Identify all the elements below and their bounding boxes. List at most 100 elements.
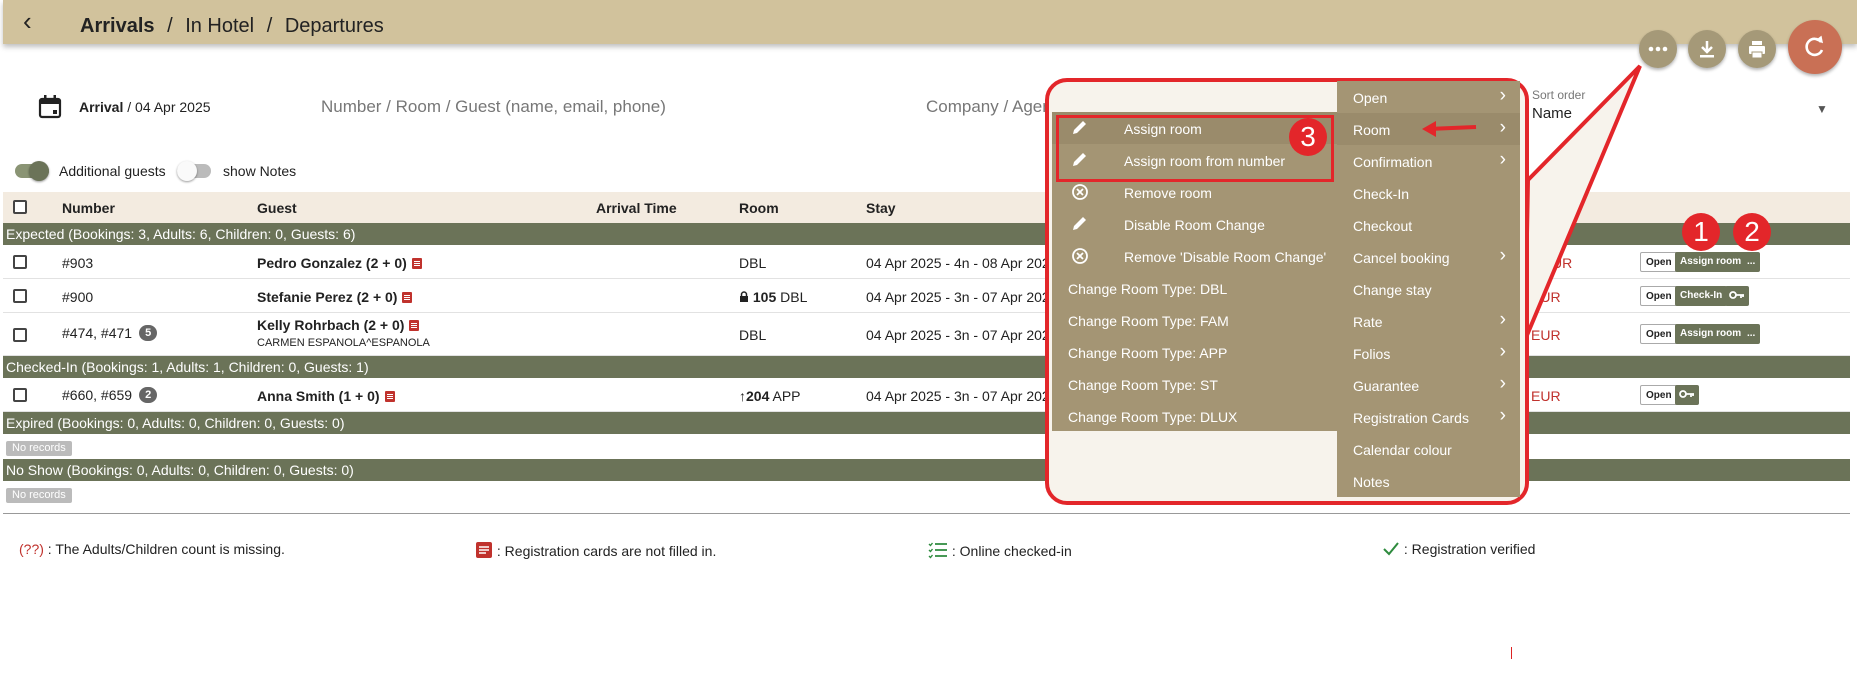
menu-item-confirmation[interactable]: Confirmation › — [1337, 145, 1520, 177]
chevron-right-icon: › — [1499, 85, 1506, 106]
menu-item-label: Remove room — [1124, 185, 1212, 201]
stay-dates: 04 Apr 2025 - 4n - 08 Apr 202 — [866, 255, 1050, 271]
annotation-step-1: 1 — [1682, 213, 1720, 251]
guest-name[interactable]: Anna Smith (1 + 0) — [257, 388, 395, 404]
menu-item-calendar-colour[interactable]: Calendar colour — [1337, 433, 1520, 465]
guest-name[interactable]: Pedro Gonzalez (2 + 0) — [257, 255, 422, 271]
menu-item-check-in[interactable]: Check-In — [1337, 177, 1520, 209]
more-options-button[interactable] — [1639, 30, 1677, 68]
arrival-label: Arrival — [79, 99, 124, 115]
table-row[interactable]: #660, #659 2 Anna Smith (1 + 0) ↑204 APP … — [3, 378, 1850, 412]
select-all-checkbox[interactable] — [13, 200, 27, 214]
row-checkbox[interactable] — [13, 388, 27, 402]
menu-item-label: Room — [1353, 122, 1391, 138]
row-more-button[interactable]: ... — [1742, 252, 1761, 272]
refresh-button[interactable] — [1788, 20, 1842, 74]
guest-name-text: Pedro Gonzalez (2 + 0) — [257, 255, 407, 271]
col-stay[interactable]: Stay — [866, 200, 896, 216]
open-button[interactable]: Open — [1640, 385, 1678, 405]
sort-order-select[interactable]: Name — [1532, 105, 1572, 122]
menu-item-change-stay[interactable]: Change stay — [1337, 273, 1520, 305]
chevron-right-icon: › — [1499, 117, 1506, 138]
table-row[interactable]: #900 Stefanie Perez (2 + 0) 105 DBL 04 A… — [3, 279, 1850, 313]
menu-item-remove-disable-room-change[interactable]: Remove 'Disable Room Change' — [1052, 240, 1340, 272]
registration-card-icon — [409, 320, 420, 331]
search-input[interactable]: Number / Room / Guest (name, email, phon… — [321, 97, 666, 117]
stay-dates: 04 Apr 2025 - 3n - 07 Apr 202 — [866, 289, 1050, 305]
stay-dates: 04 Apr 2025 - 3n - 07 Apr 202 — [866, 388, 1050, 404]
col-number[interactable]: Number — [62, 200, 115, 216]
menu-item-cancel-booking[interactable]: Cancel booking › — [1337, 241, 1520, 273]
menu-item-disable-room-change[interactable]: Disable Room Change — [1052, 208, 1340, 240]
table-row[interactable]: #903 Pedro Gonzalez (2 + 0) DBL 04 Apr 2… — [3, 245, 1850, 279]
check-in-button[interactable]: Check-In — [1675, 286, 1728, 306]
crumb-separator: / — [266, 15, 273, 37]
open-button[interactable]: Open — [1640, 286, 1678, 306]
crumb-in-hotel[interactable]: In Hotel — [185, 15, 254, 37]
menu-item-change-room-type-dlux[interactable]: Change Room Type: DLUX — [1052, 400, 1340, 432]
menu-item-checkout[interactable]: Checkout — [1337, 209, 1520, 241]
chevron-right-icon: › — [1499, 245, 1506, 266]
crumb-arrivals[interactable]: Arrivals — [80, 15, 155, 37]
open-button[interactable]: Open — [1640, 324, 1678, 344]
guest-name[interactable]: Kelly Rohrbach (2 + 0) — [257, 317, 420, 333]
guest-name-text: Kelly Rohrbach (2 + 0) — [257, 317, 405, 333]
menu-item-label: Rate — [1353, 314, 1383, 330]
key-button[interactable] — [1725, 286, 1749, 306]
annotation-mark — [1511, 647, 1512, 659]
guest-name[interactable]: Stefanie Perez (2 + 0) — [257, 289, 413, 305]
row-checkbox[interactable] — [13, 328, 27, 342]
row-checkbox[interactable] — [13, 255, 27, 269]
calendar-icon[interactable] — [38, 94, 64, 120]
group-no-show: No Show (Bookings: 0, Adults: 0, Childre… — [3, 459, 1850, 481]
menu-item-open[interactable]: Open › — [1337, 81, 1520, 113]
open-button[interactable]: Open — [1640, 252, 1678, 272]
no-records-label: No records — [6, 488, 72, 503]
company-input[interactable]: Company / Agen — [926, 97, 1052, 117]
download-button[interactable] — [1688, 30, 1726, 68]
arrival-date-selector[interactable]: Arrival / 04 Apr 2025 — [79, 99, 211, 115]
more-horizontal-icon — [1648, 46, 1668, 52]
assign-room-button[interactable]: Assign room — [1675, 324, 1747, 344]
row-more-button[interactable]: ... — [1742, 324, 1761, 344]
back-chevron-icon[interactable]: ‹ — [23, 8, 32, 34]
annotation-step-3: 3 — [1289, 118, 1327, 156]
group-checked-in: Checked-In (Bookings: 1, Adults: 1, Chil… — [3, 356, 1850, 378]
no-records-label: No records — [6, 441, 72, 456]
menu-item-registration-cards[interactable]: Registration Cards › — [1337, 401, 1520, 433]
menu-item-label: Change Room Type: FAM — [1068, 313, 1229, 329]
check-icon — [1383, 542, 1399, 556]
col-room[interactable]: Room — [739, 200, 779, 216]
booking-number: #900 — [62, 289, 94, 305]
crumb-departures[interactable]: Departures — [285, 15, 384, 37]
menu-item-folios[interactable]: Folios › — [1337, 337, 1520, 369]
additional-guests-toggle[interactable] — [15, 161, 49, 181]
table-row[interactable]: #474, #471 5 Kelly Rohrbach (2 + 0) CARME… — [3, 313, 1850, 356]
annotation-step-2: 2 — [1733, 213, 1771, 251]
menu-item-change-room-type-st[interactable]: Change Room Type: ST — [1052, 368, 1340, 400]
menu-item-label: Change Room Type: DLUX — [1068, 409, 1238, 425]
assign-room-button[interactable]: Assign room — [1675, 252, 1747, 272]
menu-item-rate[interactable]: Rate › — [1337, 305, 1520, 337]
menu-item-label: Change Room Type: ST — [1068, 377, 1218, 393]
arrival-date: / 04 Apr 2025 — [127, 99, 211, 115]
print-button[interactable] — [1738, 30, 1776, 68]
menu-item-room[interactable]: Room › — [1337, 113, 1520, 145]
menu-item-label: Change Room Type: DBL — [1068, 281, 1228, 297]
dropdown-arrow-icon[interactable]: ▼ — [1816, 102, 1828, 116]
col-arrival-time[interactable]: Arrival Time — [596, 200, 677, 216]
menu-item-guarantee[interactable]: Guarantee › — [1337, 369, 1520, 401]
toggle-knob — [29, 161, 49, 181]
menu-item-change-room-type-app[interactable]: Change Room Type: APP — [1052, 336, 1340, 368]
arrow-up-icon: ↑ — [739, 388, 746, 404]
additional-guests-label: Additional guests — [59, 163, 166, 179]
key-button[interactable] — [1675, 385, 1699, 405]
menu-item-change-room-type-fam[interactable]: Change Room Type: FAM — [1052, 304, 1340, 336]
menu-item-change-room-type-dbl[interactable]: Change Room Type: DBL — [1052, 272, 1340, 304]
col-guest[interactable]: Guest — [257, 200, 297, 216]
row-checkbox[interactable] — [13, 289, 27, 303]
guest-name-text: Anna Smith (1 + 0) — [257, 388, 380, 404]
verified-text: : Registration verified — [1403, 541, 1536, 557]
menu-item-notes[interactable]: Notes — [1337, 465, 1520, 497]
show-notes-toggle[interactable] — [177, 161, 211, 181]
